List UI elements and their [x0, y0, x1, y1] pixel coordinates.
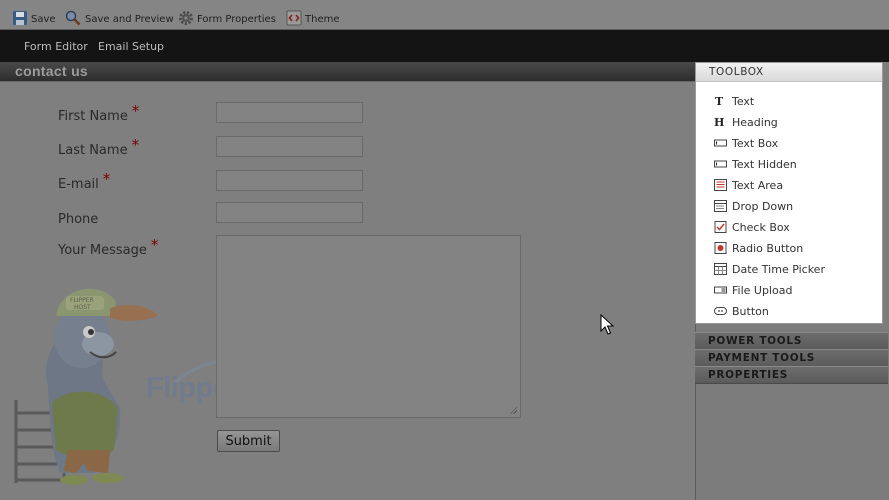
submit-button[interactable]: Submit: [217, 430, 280, 452]
email-label: E-mail *: [58, 170, 110, 192]
mascot-cap-text-2: HOST: [74, 304, 91, 311]
textbox-icon: [714, 139, 727, 147]
save-label: Save: [31, 14, 56, 25]
tool-drop-down[interactable]: Drop Down: [714, 198, 874, 216]
last-name-input[interactable]: [216, 136, 363, 157]
email-label-text: E-mail: [58, 177, 99, 192]
save-icon: [13, 11, 27, 25]
nav-form-editor[interactable]: Form Editor: [24, 40, 88, 53]
resize-grip[interactable]: [509, 406, 517, 414]
form-properties-label: Form Properties: [197, 14, 276, 25]
tool-button-label: Button: [732, 305, 769, 318]
message-label: Your Message *: [58, 236, 158, 258]
power-tools-label: POWER TOOLS: [708, 335, 803, 347]
first-name-label: First Name *: [58, 102, 139, 124]
tool-check-box[interactable]: Check Box: [714, 219, 874, 237]
tool-text-hidden-label: Text Hidden: [732, 158, 797, 171]
last-name-label: Last Name *: [58, 136, 139, 158]
file-upload-icon: [714, 286, 727, 294]
text-hidden-icon: [714, 160, 727, 168]
form-header: contact us: [0, 62, 695, 81]
section-payment-tools[interactable]: PAYMENT TOOLS: [695, 349, 888, 367]
tool-drop-down-label: Drop Down: [732, 200, 794, 213]
phone-input[interactable]: [216, 202, 363, 223]
tool-text-box[interactable]: Text Box: [714, 135, 874, 153]
nav-email-setup[interactable]: Email Setup: [98, 40, 164, 53]
message-label-text: Your Message: [58, 243, 147, 258]
form-title: contact us: [15, 63, 89, 79]
magnifier-icon: [65, 10, 81, 26]
checkbox-icon: [714, 221, 727, 233]
theme-label: Theme: [305, 14, 340, 25]
svg-text:H: H: [714, 116, 724, 128]
dropdown-icon: [714, 200, 727, 212]
tool-text-area-label: Text Area: [732, 179, 784, 192]
required-star: *: [102, 170, 111, 188]
tool-date-time-picker[interactable]: Date Time Picker: [714, 261, 874, 279]
gear-icon: [179, 11, 193, 25]
tool-heading[interactable]: H Heading: [714, 114, 874, 132]
text-icon: T: [715, 95, 724, 107]
heading-icon: H: [714, 116, 724, 128]
required-star: *: [150, 236, 159, 254]
section-power-tools[interactable]: POWER TOOLS: [695, 332, 888, 350]
top-toolbar: Save Save and Preview Form Properties Th…: [0, 0, 889, 30]
payment-tools-label: PAYMENT TOOLS: [708, 352, 816, 364]
tool-text[interactable]: T Text: [714, 93, 874, 111]
nav-bar: Form Editor Email Setup: [0, 30, 889, 62]
tool-text-hidden[interactable]: Text Hidden: [714, 156, 874, 174]
mascot-cap-text: FLIPPER: [70, 297, 94, 304]
svg-text:T: T: [715, 95, 724, 107]
tool-button[interactable]: Button: [714, 303, 874, 321]
message-textarea[interactable]: [216, 235, 521, 418]
tool-radio-button[interactable]: Radio Button: [714, 240, 874, 258]
tool-check-box-label: Check Box: [732, 221, 790, 234]
toolbox-panel: TOOLBOX T Text H Heading Text Box Text H…: [695, 62, 883, 324]
email-input[interactable]: [216, 170, 363, 191]
tool-radio-button-label: Radio Button: [732, 242, 804, 255]
radio-button-icon: [714, 242, 727, 254]
tool-text-label: Text: [732, 95, 755, 108]
tool-file-upload-label: File Upload: [732, 284, 793, 297]
tool-text-box-label: Text Box: [732, 137, 779, 150]
divider: [0, 81, 695, 82]
save-and-preview-label: Save and Preview: [85, 14, 174, 25]
last-name-label-text: Last Name: [58, 143, 128, 158]
tool-heading-label: Heading: [732, 116, 778, 129]
first-name-input[interactable]: [216, 102, 363, 123]
mouse-cursor-icon: [600, 314, 614, 335]
first-name-label-text: First Name: [58, 109, 128, 124]
phone-label: Phone: [58, 209, 102, 227]
required-star: *: [131, 136, 140, 154]
required-star: *: [131, 102, 140, 120]
tool-file-upload[interactable]: File Upload: [714, 282, 874, 300]
toolbox-header[interactable]: TOOLBOX: [696, 63, 882, 82]
section-properties[interactable]: PROPERTIES: [695, 366, 888, 384]
tool-date-time-picker-label: Date Time Picker: [732, 263, 825, 276]
theme-icon: [286, 10, 302, 26]
textarea-icon: [714, 179, 727, 191]
toolbox-title: TOOLBOX: [709, 66, 764, 78]
tool-text-area[interactable]: Text Area: [714, 177, 874, 195]
button-icon: [714, 307, 727, 315]
date-time-picker-icon: [714, 263, 727, 275]
phone-label-text: Phone: [58, 212, 99, 227]
properties-label: PROPERTIES: [708, 369, 788, 381]
